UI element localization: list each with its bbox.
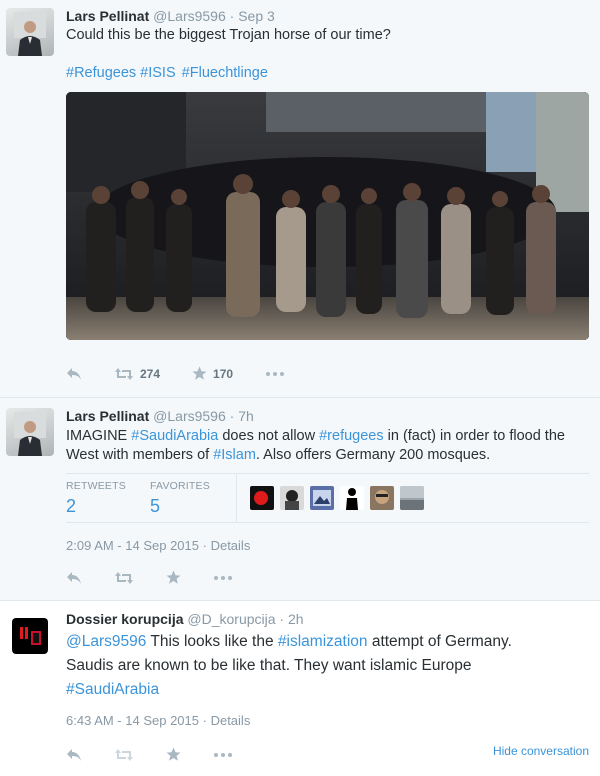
- separator: ·: [279, 611, 285, 627]
- reply-button[interactable]: [66, 748, 82, 762]
- tweet-header: Lars Pellinat @Lars9596 · Sep 3: [66, 8, 275, 24]
- hashtag-islam[interactable]: #Islam: [213, 447, 256, 463]
- details-link[interactable]: Details: [211, 713, 251, 728]
- retweet-button[interactable]: [114, 748, 134, 762]
- reply-button[interactable]: [66, 571, 82, 585]
- handle[interactable]: @Lars9596: [153, 408, 226, 424]
- favoriter-avatar[interactable]: [280, 486, 304, 510]
- retweet-icon: [115, 571, 133, 584]
- crowd-photo: [66, 92, 589, 340]
- reply-icon: [67, 748, 81, 761]
- tweet-header: Dossier korupcija @D_korupcija · 2h: [66, 611, 304, 627]
- favorites-label: FAVORITES: [150, 480, 210, 492]
- tweet-text: @Lars9596 This looks like the #islamizat…: [66, 630, 536, 702]
- fullname[interactable]: Lars Pellinat: [66, 408, 149, 424]
- tweet-1: Lars Pellinat @Lars9596 · Sep 3 Could th…: [0, 0, 600, 398]
- retweets-stat[interactable]: RETWEETS 2: [66, 480, 126, 517]
- hide-conversation-link[interactable]: Hide conversation: [493, 744, 589, 758]
- tweet-header: Lars Pellinat @Lars9596 · 7h: [66, 408, 254, 424]
- mention-lars9596[interactable]: @Lars9596: [66, 633, 146, 650]
- hashtag-line: #Refugees #ISIS #Fluechtlinge: [66, 64, 596, 83]
- tweet-3: Dossier korupcija @D_korupcija · 2h @Lar…: [0, 601, 600, 776]
- tweet-text: Could this be the biggest Trojan horse o…: [66, 26, 596, 83]
- stats-divider: [236, 474, 237, 522]
- tweet-2: Lars Pellinat @Lars9596 · 7h IMAGINE #Sa…: [0, 398, 600, 601]
- text-segment: IMAGINE: [66, 428, 132, 444]
- tweet-actions: [66, 570, 265, 585]
- more-button[interactable]: [213, 752, 233, 758]
- full-timestamp[interactable]: 2:09 AM - 14 Sep 2015: [66, 538, 199, 553]
- favoriter-avatars: [250, 486, 424, 510]
- separator: ·: [202, 538, 207, 553]
- tweet-actions: 274 170: [66, 366, 317, 381]
- tweet-photo[interactable]: [66, 92, 589, 340]
- tweet-text-line: Could this be the biggest Trojan horse o…: [66, 27, 391, 43]
- more-button[interactable]: [213, 575, 233, 581]
- favoriter-avatar[interactable]: [370, 486, 394, 510]
- retweet-icon: [115, 748, 133, 761]
- hashtag-refugees[interactable]: #refugees: [319, 428, 384, 444]
- favorite-icon: [166, 747, 181, 761]
- more-icon: [266, 371, 285, 376]
- handle[interactable]: @Lars9596: [153, 8, 226, 24]
- avatar-lars-pellinat[interactable]: [6, 408, 54, 456]
- favoriter-avatar[interactable]: [340, 486, 364, 510]
- details-link[interactable]: Details: [211, 538, 251, 553]
- favorites-value: 5: [150, 496, 161, 516]
- handle[interactable]: @D_korupcija: [187, 611, 275, 627]
- hashtag-refugees[interactable]: #Refugees: [66, 65, 136, 81]
- separator: ·: [229, 8, 235, 24]
- text-segment: does not allow: [218, 428, 320, 444]
- tweet-actions: [66, 747, 265, 762]
- tweet-text: IMAGINE #SaudiArabia does not allow #ref…: [66, 427, 596, 465]
- favorite-button[interactable]: 170: [192, 366, 233, 381]
- more-icon: [214, 575, 232, 580]
- hashtag-isis[interactable]: #ISIS: [140, 65, 175, 81]
- tweet-stats: RETWEETS 2 FAVORITES 5: [66, 473, 589, 523]
- retweets-value: 2: [66, 496, 77, 516]
- timestamp-short[interactable]: Sep 3: [238, 8, 275, 24]
- retweet-icon: [115, 367, 133, 380]
- hashtag-saudiarabia[interactable]: #SaudiArabia: [131, 428, 218, 444]
- timestamp-short[interactable]: 7h: [238, 408, 254, 424]
- full-timestamp[interactable]: 6:43 AM - 14 Sep 2015: [66, 713, 199, 728]
- favorites-stat[interactable]: FAVORITES 5: [150, 480, 210, 517]
- retweet-count: 274: [140, 366, 161, 381]
- tweet-timestamp: 6:43 AM - 14 Sep 2015 · Details: [66, 713, 250, 728]
- text-segment: . Also offers Germany 200 mosques.: [255, 447, 491, 463]
- separator: ·: [202, 713, 207, 728]
- fullname[interactable]: Dossier korupcija: [66, 611, 184, 627]
- favorite-button[interactable]: [166, 570, 181, 585]
- hashtag-fluechtlinge[interactable]: #Fluechtlinge: [182, 65, 268, 81]
- favoriter-avatar[interactable]: [250, 486, 274, 510]
- favorite-icon: [166, 570, 181, 584]
- more-icon: [214, 752, 232, 757]
- favorite-count: 170: [213, 366, 234, 381]
- more-button[interactable]: [265, 371, 285, 377]
- reply-icon: [67, 571, 81, 584]
- reply-icon: [67, 367, 81, 380]
- timestamp-short[interactable]: 2h: [288, 611, 304, 627]
- separator: ·: [229, 408, 235, 424]
- hashtag-saudiarabia[interactable]: #SaudiArabia: [66, 681, 159, 698]
- favorite-button[interactable]: [166, 747, 181, 762]
- avatar-dossier-korupcija[interactable]: [12, 618, 48, 654]
- retweets-label: RETWEETS: [66, 480, 126, 492]
- reply-button[interactable]: [66, 367, 82, 381]
- hashtag-islamization[interactable]: #islamization: [278, 633, 368, 650]
- favoriter-avatar[interactable]: [400, 486, 424, 510]
- favoriter-avatar[interactable]: [310, 486, 334, 510]
- text-segment: This looks like the: [146, 633, 278, 650]
- retweet-button[interactable]: [114, 571, 134, 585]
- tweet-timestamp: 2:09 AM - 14 Sep 2015 · Details: [66, 538, 250, 553]
- fullname[interactable]: Lars Pellinat: [66, 8, 149, 24]
- favorite-icon: [192, 366, 207, 380]
- retweet-button[interactable]: 274: [114, 367, 160, 381]
- avatar-lars-pellinat[interactable]: [6, 8, 54, 56]
